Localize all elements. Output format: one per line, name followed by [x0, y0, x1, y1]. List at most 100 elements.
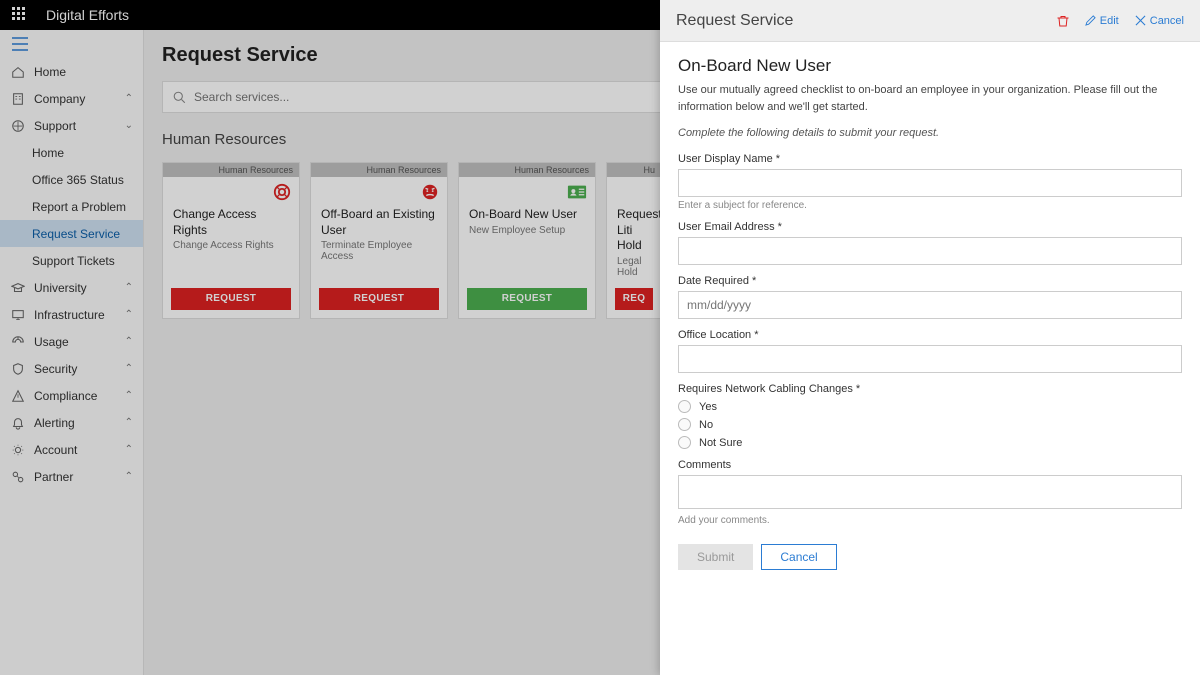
sidebar-item-label: University [34, 281, 125, 295]
card-icon [607, 177, 661, 207]
security-icon [10, 361, 26, 377]
email-label: User Email Address * [678, 221, 1182, 233]
search-icon [173, 91, 186, 104]
panel-title: Request Service [676, 12, 1057, 30]
radio-icon [678, 418, 691, 431]
display-name-hint: Enter a subject for reference. [678, 200, 1182, 211]
chevron-up-icon: ⌃ [125, 93, 133, 104]
service-card: Human Resources Change Access Rights Chang… [162, 162, 300, 319]
alerting-icon [10, 415, 26, 431]
chevron-up-icon: ⌃ [125, 309, 133, 320]
university-icon [10, 280, 26, 296]
chevron-up-icon: ⌃ [125, 417, 133, 428]
card-category: Human Resources [459, 163, 595, 177]
chevron-up-icon: ⌃ [125, 363, 133, 374]
date-input[interactable] [678, 291, 1182, 319]
chevron-up-icon: ⌃ [125, 471, 133, 482]
office-label: Office Location * [678, 329, 1182, 341]
card-subtitle: Terminate Employee Access [321, 240, 437, 262]
service-card: HuRequest Liti HoldLegal HoldREQ [606, 162, 662, 319]
radio-option-no[interactable]: No [678, 418, 1182, 431]
office-input[interactable] [678, 345, 1182, 373]
email-input[interactable] [678, 237, 1182, 265]
form-description: Use our mutually agreed checklist to on-… [678, 82, 1182, 115]
submit-button[interactable]: Submit [678, 544, 753, 570]
sidebar-item-compliance[interactable]: Compliance⌃ [0, 382, 143, 409]
sidebar-item-usage[interactable]: Usage⌃ [0, 328, 143, 355]
brand-title: Digital Efforts [46, 7, 129, 23]
chevron-up-icon: ⌃ [125, 336, 133, 347]
sidebar-item-home[interactable]: Home [0, 58, 143, 85]
sidebar-item-label: Infrastructure [34, 308, 125, 322]
sidebar-subitem-support-tickets[interactable]: Support Tickets [0, 247, 143, 274]
close-icon [1135, 15, 1146, 26]
request-button[interactable]: REQ [615, 288, 653, 310]
sidebar-item-partner[interactable]: Partner⌃ [0, 463, 143, 490]
card-title: Change Access Rights [173, 207, 289, 238]
card-subtitle: New Employee Setup [469, 225, 585, 236]
card-category: Human Resources [163, 163, 299, 177]
sidebar-item-account[interactable]: Account⌃ [0, 436, 143, 463]
sidebar-subitem-office-365-status[interactable]: Office 365 Status [0, 166, 143, 193]
trash-icon [1057, 15, 1069, 27]
comments-input[interactable] [678, 475, 1182, 509]
date-label: Date Required * [678, 275, 1182, 287]
chevron-up-icon: ⌃ [125, 282, 133, 293]
display-name-input[interactable] [678, 169, 1182, 197]
chevron-up-icon: ⌃ [125, 390, 133, 401]
compliance-icon [10, 388, 26, 404]
sidebar-item-label: Account [34, 443, 125, 457]
delete-button[interactable] [1057, 15, 1069, 27]
radio-option-not-sure[interactable]: Not Sure [678, 436, 1182, 449]
sidebar-item-security[interactable]: Security⌃ [0, 355, 143, 382]
card-subtitle: Change Access Rights [173, 240, 289, 251]
card-title: On-Board New User [469, 207, 585, 223]
close-button[interactable]: Cancel [1135, 15, 1184, 27]
sidebar-subitem-request-service[interactable]: Request Service [0, 220, 143, 247]
radio-label: Yes [699, 401, 717, 413]
request-service-panel: Request Service Edit Cancel On-Board New… [660, 0, 1200, 675]
edit-button[interactable]: Edit [1085, 15, 1119, 27]
sidebar-item-infrastructure[interactable]: Infrastructure⌃ [0, 301, 143, 328]
account-icon [10, 442, 26, 458]
sidebar-item-label: Usage [34, 335, 125, 349]
sidebar-item-label: Support [34, 119, 125, 133]
radio-option-yes[interactable]: Yes [678, 400, 1182, 413]
sidebar-subitem-home[interactable]: Home [0, 139, 143, 166]
comments-label: Comments [678, 459, 1182, 471]
card-title: Request Liti Hold [617, 207, 651, 254]
card-title: Off-Board an Existing User [321, 207, 437, 238]
menu-toggle-button[interactable] [0, 30, 143, 58]
sidebar-item-company[interactable]: Company⌃ [0, 85, 143, 112]
apps-grid-icon[interactable] [12, 7, 28, 23]
comments-hint: Add your comments. [678, 515, 1182, 526]
sidebar-item-label: Home [34, 65, 133, 79]
card-category: Hu [607, 163, 661, 177]
chevron-up-icon: ⌃ [125, 444, 133, 455]
radio-label: Not Sure [699, 437, 742, 449]
face-angry-icon [311, 177, 447, 207]
card-category: Human Resources [311, 163, 447, 177]
home-icon [10, 64, 26, 80]
sidebar: HomeCompany⌃Support⌄HomeOffice 365 Statu… [0, 30, 144, 675]
support-icon [10, 118, 26, 134]
sidebar-item-university[interactable]: University⌃ [0, 274, 143, 301]
service-card: Human Resources Off-Board an Existing Use… [310, 162, 448, 319]
request-button[interactable]: REQUEST [171, 288, 291, 310]
sidebar-item-alerting[interactable]: Alerting⌃ [0, 409, 143, 436]
radio-icon [678, 400, 691, 413]
chevron-down-icon: ⌄ [125, 120, 133, 131]
display-name-label: User Display Name * [678, 153, 1182, 165]
company-icon [10, 91, 26, 107]
service-card: Human Resources On-Board New User New Empl… [458, 162, 596, 319]
pencil-icon [1085, 15, 1096, 26]
id-card-icon [459, 177, 595, 207]
sidebar-subitem-report-a-problem[interactable]: Report a Problem [0, 193, 143, 220]
sidebar-item-support[interactable]: Support⌄ [0, 112, 143, 139]
cancel-button[interactable]: Cancel [761, 544, 836, 570]
life-ring-icon [163, 177, 299, 207]
usage-icon [10, 334, 26, 350]
request-button[interactable]: REQUEST [319, 288, 439, 310]
sidebar-item-label: Company [34, 92, 125, 106]
request-button[interactable]: REQUEST [467, 288, 587, 310]
